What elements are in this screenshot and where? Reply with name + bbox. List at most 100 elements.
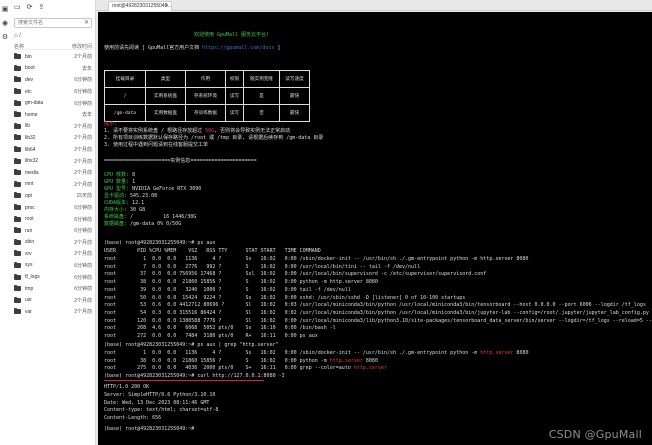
new-folder-icon[interactable]: ▭ xyxy=(14,4,21,12)
grep-row: root 38 0.0 0.0 21860 15856 ? S 16:02 0:… xyxy=(104,358,378,364)
grep-row: root 275 0.0 0.0 4036 2000 pts/0 S+ 16:1… xyxy=(104,365,387,371)
file-list-item[interactable]: etc 6分钟前 xyxy=(14,86,92,98)
file-name: lib32 xyxy=(25,134,36,141)
folder-icon xyxy=(14,250,21,257)
folder-icon xyxy=(14,134,21,141)
folder-icon xyxy=(14,215,21,222)
mount-th-1: 类型 xyxy=(145,70,186,88)
file-date: 15天前 xyxy=(76,193,92,200)
ps-header: USER PID %CPU %MEM VSZ RSS TTY STAT STAR… xyxy=(104,248,321,254)
prompt-final[interactable]: (base) root@492823031255049:~# xyxy=(104,426,197,432)
file-date: 6分钟前 xyxy=(74,286,92,293)
settings-icon[interactable]: ⚙ xyxy=(1,34,9,42)
file-list-item[interactable]: sys 6分钟前 xyxy=(14,260,92,272)
file-date: 2个月前 xyxy=(74,54,92,61)
folder-icon xyxy=(14,53,21,60)
breadcrumb: ⌂ / xyxy=(14,32,92,40)
terminal-tab-title: root@492823031255049... xyxy=(112,3,172,9)
file-list-item[interactable]: root 6分钟前 xyxy=(14,213,92,225)
file-list-item[interactable]: libx32 2个月前 xyxy=(14,155,92,167)
file-list-item[interactable]: lib32 2个月前 xyxy=(14,132,92,144)
file-date: 去年 xyxy=(81,112,92,119)
file-list-item[interactable]: lib 2个月前 xyxy=(14,121,92,133)
file-list: bin 2个月前 boot 去年 dev 6分钟前 etc 6分钟前 gm-data 6分钟前 ho… xyxy=(14,51,92,318)
file-list-item[interactable]: dev 6分钟前 xyxy=(14,74,92,86)
file-list-item[interactable]: proc 6分钟前 xyxy=(14,202,92,214)
file-date: 6分钟前 xyxy=(74,100,92,107)
file-list-item[interactable]: opt 15天前 xyxy=(14,190,92,202)
file-list-item[interactable]: boot 去年 xyxy=(14,63,92,75)
breadcrumb-sep[interactable]: / xyxy=(19,33,21,39)
file-name: home xyxy=(25,111,38,118)
file-list-item[interactable]: mnt 2个月前 xyxy=(14,179,92,191)
mount-th-5: 读写速度 xyxy=(279,70,310,88)
info-line: 系统磁盘: / 16 1446/30G xyxy=(104,214,196,220)
file-list-item[interactable]: bin 2个月前 xyxy=(14,51,92,63)
close-icon[interactable]: ✕ xyxy=(84,19,89,27)
folder-icon xyxy=(14,227,21,234)
info-line: CPU 核数: 8 xyxy=(104,172,135,178)
file-name: gm-data xyxy=(25,100,44,107)
file-list-item[interactable]: tf_logs 6分钟前 xyxy=(14,271,92,283)
file-list-item[interactable]: run 6分钟前 xyxy=(14,225,92,237)
info-value: 12.1 xyxy=(129,200,145,206)
file-list-item[interactable]: lib64 2个月前 xyxy=(14,144,92,156)
tip1-rest: , 否则将会导致实例无法正常启动 xyxy=(214,128,291,134)
tip1-warn: 50G xyxy=(205,128,215,134)
file-search-input[interactable] xyxy=(15,19,91,27)
file-list-item[interactable]: srv 2个月前 xyxy=(14,248,92,260)
terminal-icon[interactable]: ▣ xyxy=(1,6,9,14)
info-line: 显卡驱动: 545.23.08 xyxy=(104,193,157,199)
file-date: 6分钟前 xyxy=(74,77,92,84)
folder-icon xyxy=(14,99,21,106)
info-value: / 16 1446/30G xyxy=(127,214,197,220)
file-name: tmp xyxy=(25,285,34,292)
grep-post: 8080 xyxy=(362,357,378,364)
file-list-item[interactable]: sbin 2个月前 xyxy=(14,237,92,249)
folder-icon xyxy=(14,169,21,176)
info-value: 30 GB xyxy=(127,207,146,213)
chip-icon[interactable]: ◉ xyxy=(1,20,9,28)
folder-icon xyxy=(14,111,21,118)
home-icon[interactable]: ⌂ xyxy=(14,33,18,39)
folder-icon xyxy=(14,88,21,95)
grep-row: root 1 0.0 0.0 1136 4 ? Ss 16:02 0:00 /s… xyxy=(104,350,528,356)
file-browser: ▭ ⟳ ⇪ ✕ ⌂ / 名称 修改时间 bin 2个月前 boot 去年 dev 6分钟前… xyxy=(10,0,96,445)
refresh-icon[interactable]: ⟳ xyxy=(27,4,33,12)
http-line: Content-Length: 656 xyxy=(104,415,162,422)
info-value: NVIDIA GeForce RTX 3090 xyxy=(129,186,202,192)
mount-td: 实例数据盘 xyxy=(145,104,186,122)
terminal-screen[interactable]: 欢迎使用 GpuMall 服务云平台! 使用前请先阅读 [ GpuMall官方用… xyxy=(98,12,652,445)
file-date: 2个月前 xyxy=(74,147,92,154)
file-panel: ▣ ◉ ⚙ ▭ ⟳ ⇪ ✕ ⌂ / 名称 修改时间 bin 2个月前 boot 去年 d… xyxy=(0,0,96,445)
col-date-header[interactable]: 修改时间 xyxy=(72,43,92,50)
file-name: lib64 xyxy=(25,146,36,153)
file-list-item[interactable]: usr 2个月前 xyxy=(14,294,92,306)
file-name: srv xyxy=(25,250,32,257)
ps-row: root 39 0.0 0.0 3240 1000 ? S 16:02 0:00… xyxy=(104,286,351,293)
file-date: 2个月前 xyxy=(74,158,92,165)
mount-td: 否 xyxy=(243,104,280,122)
file-list-item[interactable]: var 2个月前 xyxy=(14,306,92,318)
ps-row: root 120 0.0 0.0 1380588 7776 ? Sl 16:02… xyxy=(104,317,652,324)
file-list-item[interactable]: media 2个月前 xyxy=(14,167,92,179)
ps-row: root 208 4.6 0.0 6068 5052 pts/0 Ss 16:1… xyxy=(104,325,336,332)
grep-pre: root 1 0.0 0.0 1136 4 ? Ss 16:02 0:00 /s… xyxy=(104,350,481,356)
ps-row: root 272 0.0 0.0 7484 3180 pts/0 R+ 16:1… xyxy=(104,333,318,339)
terminal-tab[interactable]: root@492823031255049... ✕ xyxy=(108,1,172,11)
info-key: GPU 型号: xyxy=(104,186,130,192)
file-list-item[interactable]: gm-data 6分钟前 xyxy=(14,97,92,109)
folder-icon xyxy=(14,64,21,71)
folder-icon xyxy=(14,157,21,164)
tip-line-2: 2. 所有项目训练数据默认保存路径为 /root 或 /tmp 目录, 请根据后… xyxy=(104,135,324,141)
doc-link[interactable]: https://gpumall.com/docs xyxy=(202,45,274,51)
file-date: 6分钟前 xyxy=(74,216,92,223)
file-date: 6分钟前 xyxy=(74,274,92,281)
file-list-item[interactable]: home 去年 xyxy=(14,109,92,121)
mount-th-2: 作用 xyxy=(185,70,226,88)
col-name-header[interactable]: 名称 xyxy=(14,43,24,50)
upload-icon[interactable]: ⇪ xyxy=(39,4,45,12)
close-tab-icon[interactable]: ✕ xyxy=(165,2,169,11)
file-date: 2个月前 xyxy=(74,297,92,304)
file-list-item[interactable]: tmp 6分钟前 xyxy=(14,283,92,295)
